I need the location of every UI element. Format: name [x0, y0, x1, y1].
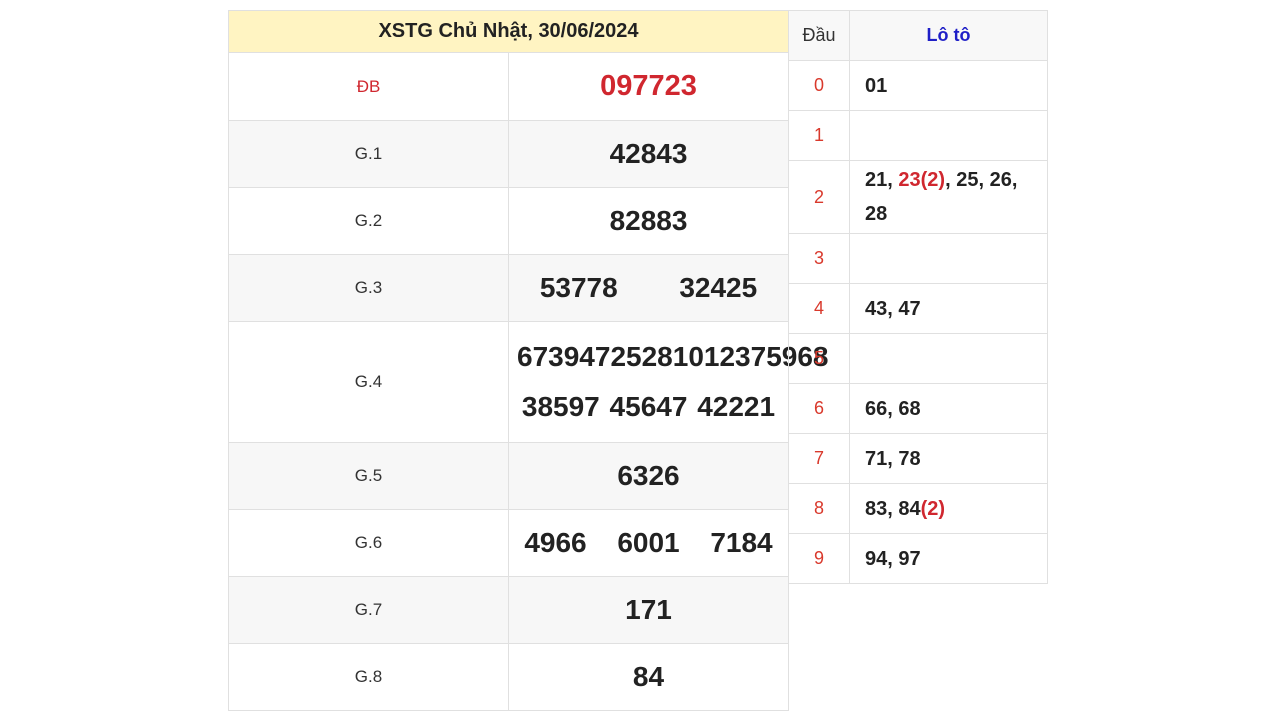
- prize-label: G.2: [228, 187, 509, 255]
- prize-row-g1: G.1 42843: [228, 120, 789, 188]
- prize-number: 32425: [679, 272, 758, 303]
- prize-number: 82883: [609, 205, 688, 236]
- loto-row: 5: [788, 333, 1048, 384]
- dau-header: Đầu: [788, 10, 850, 61]
- loto-row: 6 66, 68: [788, 383, 1048, 434]
- prize-row-g5: G.5 6326: [228, 442, 789, 510]
- prize-number: 6001: [617, 527, 680, 558]
- loto-row: 7 71, 78: [788, 433, 1048, 484]
- loto-number: 23(2): [898, 169, 946, 191]
- results-table: XSTG Chủ Nhật, 30/06/2024 ĐB 097723 G.1 …: [228, 10, 829, 711]
- prize-label: G.7: [228, 576, 509, 644]
- loto-number: 71: [865, 447, 888, 470]
- loto-values: [849, 110, 1048, 161]
- prize-label: ĐB: [228, 52, 509, 121]
- prize-number: 72528: [594, 341, 673, 372]
- dau-cell: 0: [788, 60, 850, 111]
- loto-count: (2): [920, 497, 946, 520]
- loto-number: 47: [898, 297, 921, 320]
- loto-row: 9 94, 97: [788, 533, 1048, 584]
- loto-row: 1: [788, 110, 1048, 161]
- loto-number: 66: [865, 397, 888, 420]
- dau-cell: 2: [788, 160, 850, 234]
- dau-cell: 7: [788, 433, 850, 484]
- loto-values: 01: [849, 60, 1048, 111]
- prize-number: 7184: [710, 527, 773, 558]
- loto-number: 25: [956, 169, 979, 191]
- loto-values: 83, 84(2): [849, 483, 1048, 534]
- dau-cell: 8: [788, 483, 850, 534]
- results-title: XSTG Chủ Nhật, 30/06/2024: [228, 10, 789, 53]
- prize-number: 67394: [517, 341, 595, 372]
- prize-row-g6: G.6 4966 6001 7184: [228, 509, 789, 577]
- prize-row-g7: G.7 171: [228, 576, 789, 644]
- loto-table: Đầu Lô tô 0 01 1 2 21, 23(2), 25, 26, 28 3 4 43…: [788, 10, 1048, 584]
- loto-number: 83: [865, 497, 888, 520]
- prize-number: 097723: [600, 70, 697, 102]
- prize-number: 45647: [609, 391, 688, 422]
- loto-row: 0 01: [788, 60, 1048, 111]
- prize-number: 42843: [609, 138, 688, 169]
- loto-number: 26: [989, 169, 1012, 191]
- loto-row: 4 43, 47: [788, 283, 1048, 334]
- prize-label: G.5: [228, 442, 509, 510]
- dau-cell: 5: [788, 333, 850, 384]
- loto-values: [849, 333, 1048, 384]
- loto-values: 71, 78: [849, 433, 1048, 484]
- prize-label: G.4: [228, 321, 509, 443]
- prize-row-special: ĐB 097723: [228, 52, 789, 121]
- prize-number: 42221: [697, 391, 776, 422]
- loto-values: 21, 23(2), 25, 26, 28: [849, 160, 1048, 234]
- loto-values: [849, 233, 1048, 284]
- dau-cell: 3: [788, 233, 850, 284]
- prize-row-g8: G.8 84: [228, 643, 789, 711]
- prize-number: 6326: [617, 460, 680, 491]
- prize-label: G.6: [228, 509, 509, 577]
- loto-values: 43, 47: [849, 283, 1048, 334]
- prize-number: 38597: [521, 391, 600, 422]
- loto-row: 8 83, 84(2): [788, 483, 1048, 534]
- loto-number: 01: [865, 74, 888, 97]
- prize-label: G.8: [228, 643, 509, 711]
- prize-row-g3: G.3 53778 32425: [228, 254, 789, 322]
- prize-label: G.1: [228, 120, 509, 188]
- loto-number: 84: [898, 497, 921, 520]
- prize-row-g4: G.4 67394 72528 10123 75968 38597 45647 …: [228, 321, 829, 443]
- loto-header: Lô tô: [849, 10, 1048, 61]
- loto-number: 28: [865, 203, 888, 225]
- prize-row-g2: G.2 82883: [228, 187, 789, 255]
- prize-number: 171: [625, 594, 672, 625]
- loto-number: 21: [865, 169, 888, 191]
- loto-number: 78: [898, 447, 921, 470]
- loto-row: 2 21, 23(2), 25, 26, 28: [788, 160, 1048, 234]
- loto-number: 68: [898, 397, 921, 420]
- dau-cell: 9: [788, 533, 850, 584]
- loto-number: 94: [865, 547, 888, 570]
- prize-number: 53778: [539, 272, 618, 303]
- loto-number: 97: [898, 547, 921, 570]
- prize-label: G.3: [228, 254, 509, 322]
- dau-cell: 4: [788, 283, 850, 334]
- loto-values: 66, 68: [849, 383, 1048, 434]
- dau-cell: 6: [788, 383, 850, 434]
- prize-number: 4966: [524, 527, 587, 558]
- prize-number: 84: [632, 661, 665, 692]
- dau-cell: 1: [788, 110, 850, 161]
- loto-values: 94, 97: [849, 533, 1048, 584]
- loto-number: 43: [865, 297, 888, 320]
- prize-number: 10123: [672, 341, 751, 372]
- loto-row: 3: [788, 233, 1048, 284]
